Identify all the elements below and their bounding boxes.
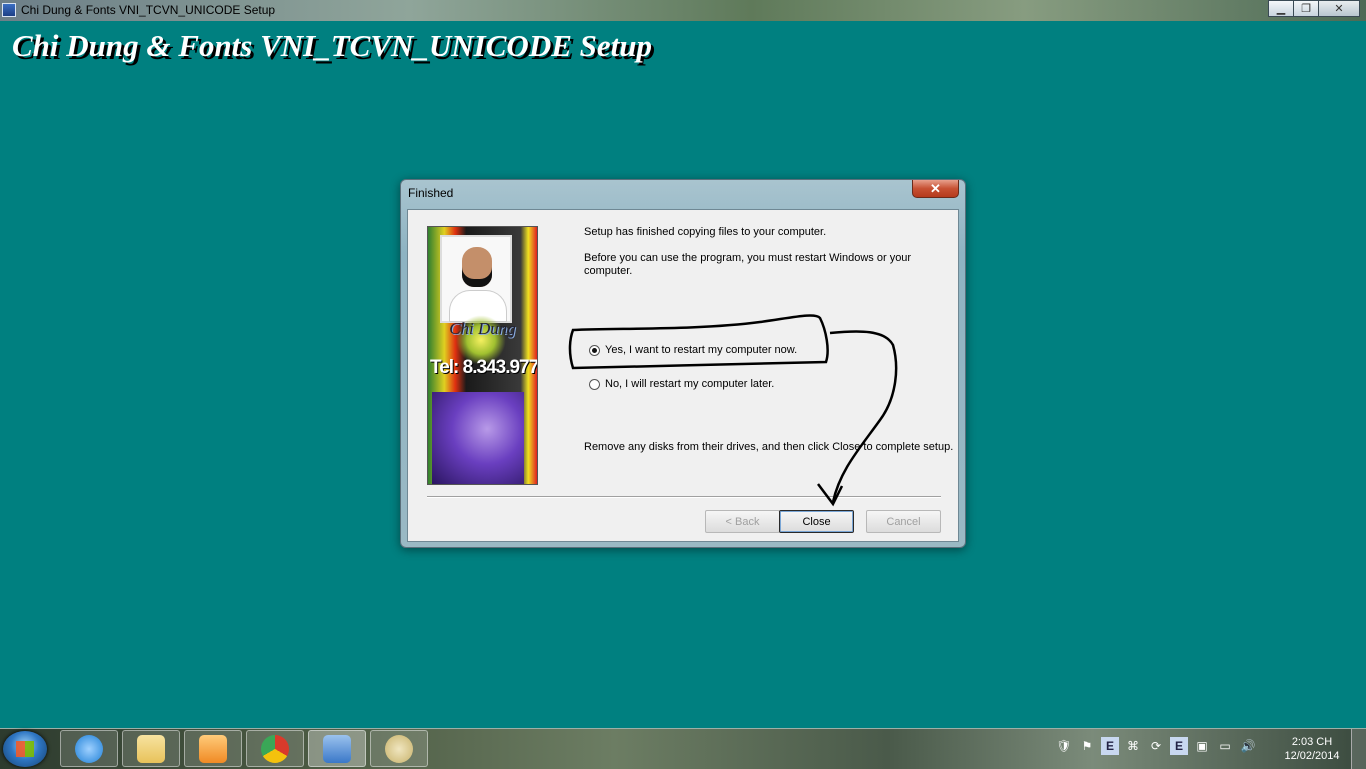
restart-later-label: No, I will restart my computer later. <box>605 378 775 390</box>
show-desktop-button[interactable] <box>1351 729 1366 769</box>
e-icon[interactable]: E <box>1101 737 1119 755</box>
taskbar-paint[interactable] <box>370 730 428 767</box>
security-icon[interactable]: 🛡 <box>1055 737 1073 755</box>
minimize-button[interactable]: ▁ <box>1268 0 1294 17</box>
taskbar: 🛡 ⚑ E ⌘ ⟳ E ▣ ▭ 🔊 2:03 CH 12/02/2014 <box>0 728 1366 769</box>
media-player-icon <box>199 734 227 763</box>
windows-logo-icon <box>16 741 34 757</box>
author-logo-image: Chi Dung Tel: 8.343.977 <box>427 226 538 485</box>
display-icon[interactable]: ▭ <box>1216 737 1234 755</box>
restart-later-option[interactable]: No, I will restart my computer later. <box>589 378 774 390</box>
taskbar-internet-explorer[interactable] <box>60 730 118 767</box>
keyboard-graphic <box>432 392 524 484</box>
folder-icon <box>137 734 165 763</box>
back-button[interactable]: < Back <box>705 510 780 533</box>
restore-button[interactable]: ❐ <box>1293 0 1319 17</box>
logo-name: Chi Dung <box>449 319 516 338</box>
finished-message: Setup has finished copying files to your… <box>584 226 827 238</box>
window-close-button[interactable]: ✕ <box>1318 0 1360 17</box>
taskbar-windows-explorer[interactable] <box>122 730 180 767</box>
restart-later-radio[interactable] <box>589 378 600 390</box>
internet-explorer-icon <box>75 734 103 763</box>
setup-app-icon <box>2 3 16 17</box>
setup-banner-title: Chi Dung & Fonts VNI_TCVN_UNICODE Setup <box>12 28 652 63</box>
clock-time: 2:03 CH <box>1291 736 1333 748</box>
taskbar-chrome[interactable] <box>246 730 304 767</box>
dialog-separator <box>427 496 941 498</box>
taskbar-setup-program[interactable] <box>308 730 366 767</box>
paint-icon <box>385 734 413 763</box>
device-icon[interactable]: ▣ <box>1193 737 1211 755</box>
taskbar-media-player[interactable] <box>184 730 242 767</box>
finished-dialog: Finished ✕ Chi Dung Tel: 8.343.977 Setup… <box>400 179 966 548</box>
restart-now-radio[interactable] <box>589 344 600 356</box>
volume-icon[interactable]: 🔊 <box>1239 737 1257 755</box>
flag-icon[interactable]: ⚑ <box>1078 737 1096 755</box>
close-button[interactable]: Close <box>779 510 854 533</box>
chrome-icon <box>261 734 289 763</box>
taskbar-clock[interactable]: 2:03 CH 12/02/2014 <box>1276 735 1348 763</box>
setup-program-icon <box>323 734 351 763</box>
dialog-close-button[interactable]: ✕ <box>912 180 959 198</box>
window-titlebar: Chi Dung & Fonts VNI_TCVN_UNICODE Setup … <box>0 0 1366 21</box>
portrait-photo <box>440 235 512 323</box>
start-button[interactable] <box>3 731 47 767</box>
network-manager-icon[interactable]: ⌘ <box>1124 737 1142 755</box>
restart-now-label: Yes, I want to restart my computer now. <box>605 344 798 356</box>
logo-tel: Tel: 8.343.977 <box>430 357 538 378</box>
e-icon[interactable]: E <box>1170 737 1188 755</box>
restart-message: Before you can use the program, you must… <box>584 252 912 277</box>
sync-icon[interactable]: ⟳ <box>1147 737 1165 755</box>
restart-now-option[interactable]: Yes, I want to restart my computer now. <box>589 344 797 356</box>
dialog-title: Finished <box>408 186 454 200</box>
system-tray: 🛡 ⚑ E ⌘ ⟳ E ▣ ▭ 🔊 <box>1055 737 1257 755</box>
window-controls: ▁ ❐ ✕ <box>1268 0 1360 18</box>
window-title: Chi Dung & Fonts VNI_TCVN_UNICODE Setup <box>21 3 276 17</box>
dialog-client-area: Chi Dung Tel: 8.343.977 Setup has finish… <box>407 209 959 542</box>
cancel-button[interactable]: Cancel <box>866 510 941 533</box>
remove-disks-message: Remove any disks from their drives, and … <box>584 441 954 453</box>
clock-date: 12/02/2014 <box>1284 750 1340 762</box>
